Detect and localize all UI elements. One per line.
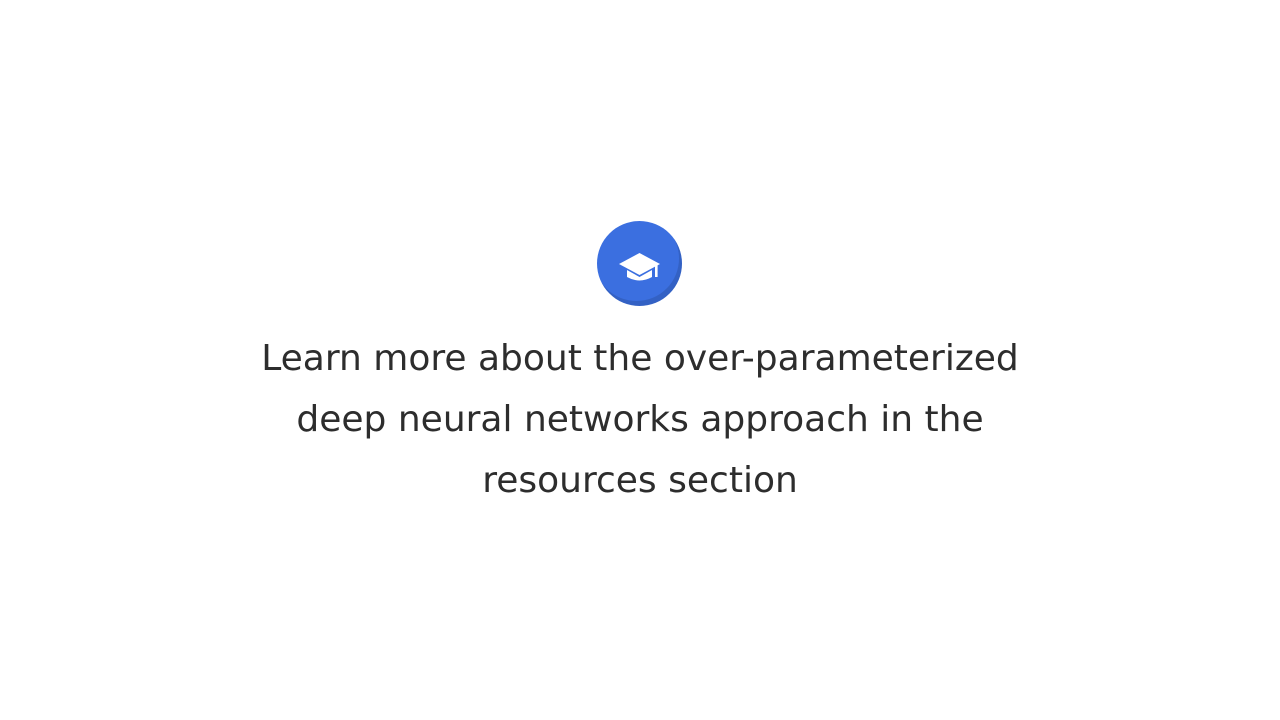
message-line-1: Learn more about the over-parameterized	[261, 338, 1019, 379]
resources-callout-slide: Learn more about the over-parameterized …	[0, 0, 1280, 720]
message-line-2: deep neural networks approach in the	[296, 399, 984, 440]
graduation-cap-icon	[619, 253, 660, 281]
resources-message: Learn more about the over-parameterized …	[140, 328, 1140, 511]
message-line-3: resources section	[482, 460, 798, 501]
learn-badge	[597, 221, 682, 306]
